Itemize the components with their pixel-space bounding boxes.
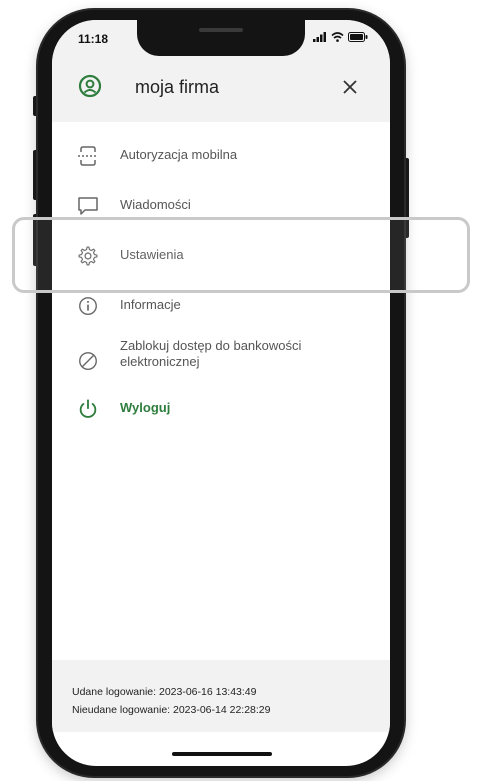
status-icons — [313, 32, 368, 42]
menu-item-logout[interactable]: Wyloguj — [52, 390, 390, 428]
menu-item-label: Autoryzacja mobilna — [120, 147, 238, 162]
wifi-icon — [331, 32, 344, 42]
last-successful-login: Udane logowanie: 2023-06-16 13:43:49 — [72, 686, 257, 698]
menu-item-block-access[interactable]: Zablokuj dostęp do bankowości elektronic… — [52, 338, 390, 382]
message-icon — [78, 197, 98, 215]
block-icon — [79, 352, 97, 370]
status-time: 11:18 — [78, 32, 109, 46]
login-info-panel: Udane logowanie: 2023-06-16 13:43:49 Nie… — [52, 660, 390, 732]
menu-header: moja firma — [52, 70, 390, 110]
home-indicator[interactable] — [172, 752, 272, 756]
phone-screen: 11:18 moja firma Autoryzacja mobilna Wia… — [52, 20, 390, 766]
menu-item-mobile-authorization[interactable]: Autoryzacja mobilna — [52, 137, 390, 175]
notch-speaker — [199, 28, 243, 32]
notch — [137, 20, 305, 56]
last-failed-login: Nieudane logowanie: 2023-06-14 22:28:29 — [72, 704, 271, 716]
power-icon — [79, 399, 97, 418]
menu-item-label: Wyloguj — [120, 400, 171, 415]
menu-item-label: Informacje — [120, 297, 181, 312]
company-name: moja firma — [135, 77, 220, 97]
menu-item-label: Wiadomości — [120, 197, 191, 212]
signal-icon — [313, 32, 326, 42]
battery-icon — [348, 32, 368, 42]
user-circle-icon[interactable] — [78, 74, 102, 98]
close-icon[interactable] — [339, 76, 361, 98]
info-icon — [79, 297, 97, 315]
menu-item-label: Zablokuj dostęp do bankowości elektronic… — [120, 338, 302, 369]
settings-highlight-frame — [12, 217, 470, 293]
mobile-authorization-icon — [78, 146, 98, 166]
